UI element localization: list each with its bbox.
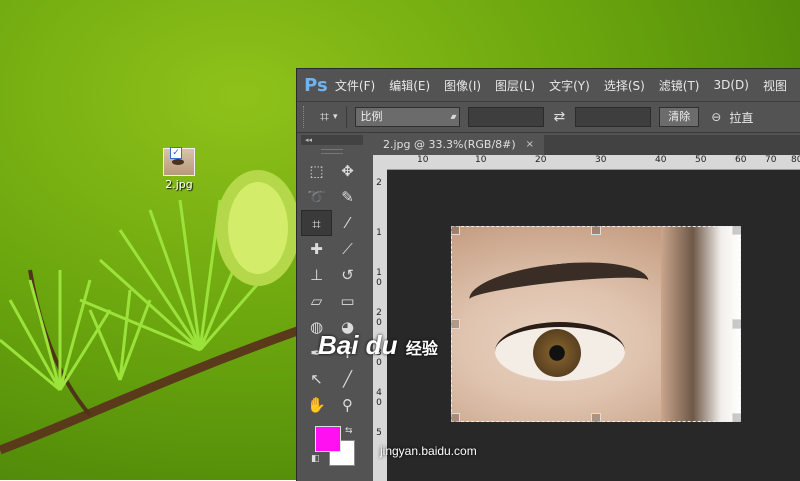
ruler-tick: 20 — [535, 155, 547, 165]
document-tab-title: 2.jpg @ 33.3%(RGB/8#) — [383, 138, 516, 151]
photoshop-window: Ps 文件(F) 编辑(E) 图像(I) 图层(L) 文字(Y) 选择(S) 滤… — [296, 68, 800, 481]
crop-handle[interactable] — [732, 319, 741, 329]
path-select-tool-icon[interactable]: ↖ — [301, 366, 332, 392]
ruler-tick: 10 — [417, 155, 429, 165]
ruler-tick: 80 — [791, 155, 800, 165]
baidu-jingyan-label: 经验 — [405, 341, 438, 358]
ruler-tick: 10 — [475, 155, 487, 165]
tool-preset-caret-icon[interactable]: ▾ — [333, 112, 338, 122]
ruler-tick: 30 — [595, 155, 607, 165]
baidu-watermark: Bai du 经验 — [318, 330, 438, 361]
crop-box[interactable] — [451, 226, 741, 422]
healing-brush-tool-icon[interactable]: ✚ — [301, 236, 332, 262]
height-field[interactable] — [575, 107, 652, 127]
straighten-icon[interactable]: ⊖ — [711, 110, 721, 124]
image-thumbnail-icon: ✓ — [163, 147, 195, 176]
checkbox-icon[interactable]: ✓ — [170, 147, 182, 159]
ruler-tick: 4 — [376, 388, 382, 398]
menu-3d[interactable]: 3D(D) — [714, 78, 749, 92]
crop-handle[interactable] — [451, 413, 460, 422]
crop-handle[interactable] — [591, 413, 601, 422]
ruler-tick: 1 — [376, 228, 382, 238]
menu-filter[interactable]: 滤镜(T) — [659, 77, 700, 94]
stamp-tool-icon[interactable]: ⊥ — [301, 262, 332, 288]
menu-view[interactable]: 视图 — [763, 77, 787, 94]
menu-select[interactable]: 选择(S) — [604, 77, 645, 94]
options-bar: ⌗ ▾ 比例 ⇄ 清除 ⊖ 拉直 — [297, 101, 800, 133]
crop-handle[interactable] — [732, 413, 741, 422]
baidu-watermark-url: jingyan.baidu.com — [380, 444, 477, 458]
canvas[interactable] — [387, 170, 800, 481]
document-tab[interactable]: 2.jpg @ 33.3%(RGB/8#) × — [373, 135, 545, 155]
crop-handle[interactable] — [732, 226, 741, 235]
crop-handle[interactable] — [591, 226, 601, 235]
gradient-tool-icon[interactable]: ▭ — [332, 288, 363, 314]
crop-tool-active-icon[interactable]: ⌗ — [301, 210, 332, 236]
menu-file[interactable]: 文件(F) — [335, 77, 375, 94]
ps-logo: Ps — [304, 74, 328, 96]
menu-edit[interactable]: 编辑(E) — [389, 77, 430, 94]
ruler-tick: 2 — [376, 178, 382, 188]
desktop-file-label: 2.jpg — [165, 178, 193, 191]
document-area: 2.jpg @ 33.3%(RGB/8#) × 10 10 20 30 40 5… — [373, 135, 800, 481]
ruler-tick: 50 — [695, 155, 707, 165]
crop-handle[interactable] — [451, 319, 460, 329]
close-icon[interactable]: × — [526, 135, 534, 155]
menu-layer[interactable]: 图层(L) — [495, 77, 535, 94]
baidu-logo: Bai du — [318, 330, 398, 360]
crop-tool-icon[interactable]: ⌗ — [320, 107, 329, 127]
quick-select-tool-icon[interactable]: ✎ — [332, 184, 363, 210]
document-tabs: 2.jpg @ 33.3%(RGB/8#) × — [373, 135, 800, 155]
menu-image[interactable]: 图像(I) — [444, 77, 481, 94]
eyedropper-tool-icon[interactable]: ⁄ — [332, 210, 363, 236]
eye-photo[interactable] — [451, 226, 741, 422]
ruler-tick: 0 — [376, 318, 382, 328]
ruler-vertical[interactable]: 2 1 1 0 2 0 3 0 4 0 5 — [373, 169, 388, 481]
menu-type[interactable]: 文字(Y) — [549, 77, 590, 94]
swap-colors-icon[interactable]: ⇆ — [345, 426, 353, 436]
tools-grip[interactable] — [321, 149, 343, 154]
desktop-file-icon[interactable]: ✓ 2.jpg — [156, 147, 202, 191]
lasso-tool-icon[interactable]: ➰ — [301, 184, 332, 210]
ruler-origin[interactable] — [373, 155, 394, 170]
ruler-horizontal[interactable]: 10 10 20 30 40 50 60 70 80 — [393, 155, 800, 170]
collapse-panel-icon[interactable]: ◂◂ — [301, 135, 363, 145]
options-grip[interactable] — [303, 106, 308, 128]
marquee-tool-icon[interactable]: ⬚ — [301, 158, 332, 184]
ruler-tick: 0 — [376, 398, 382, 408]
hand-tool-icon[interactable]: ✋ — [301, 392, 332, 418]
tools-panel: ◂◂ ⬚ ✥ ➰ ✎ ⌗ ⁄ ✚ ⟋ ⊥ ↺ ▱ ▭ ◍ ◕ ✒ T ↖ ╱ ✋… — [301, 135, 363, 481]
straighten-label[interactable]: 拉直 — [729, 109, 753, 126]
ruler-tick: 60 — [735, 155, 747, 165]
ruler-tick: 70 — [765, 155, 777, 165]
ruler-tick: 2 — [376, 308, 382, 318]
ruler-tick: 5 — [376, 428, 382, 438]
eraser-tool-icon[interactable]: ▱ — [301, 288, 332, 314]
divider — [345, 106, 347, 128]
ruler-tick: 1 — [376, 268, 382, 278]
clear-button[interactable]: 清除 — [659, 107, 700, 127]
line-tool-icon[interactable]: ╱ — [332, 366, 363, 392]
foreground-color-swatch[interactable] — [315, 426, 341, 452]
menu-bar: Ps 文件(F) 编辑(E) 图像(I) 图层(L) 文字(Y) 选择(S) 滤… — [297, 69, 800, 101]
color-swatches: ⇆ ◧ — [301, 426, 363, 470]
history-brush-tool-icon[interactable]: ↺ — [332, 262, 363, 288]
ratio-select[interactable]: 比例 — [354, 107, 460, 127]
crop-handle[interactable] — [451, 226, 460, 235]
default-colors-icon[interactable]: ◧ — [311, 454, 320, 464]
ruler-tick: 0 — [376, 278, 382, 288]
ruler-tick: 40 — [655, 155, 667, 165]
swap-dimensions-icon[interactable]: ⇄ — [554, 109, 566, 125]
width-field[interactable] — [467, 107, 544, 127]
brush-tool-icon[interactable]: ⟋ — [332, 236, 363, 262]
zoom-tool-icon[interactable]: ⚲ — [332, 392, 363, 418]
move-tool-icon[interactable]: ✥ — [332, 158, 363, 184]
